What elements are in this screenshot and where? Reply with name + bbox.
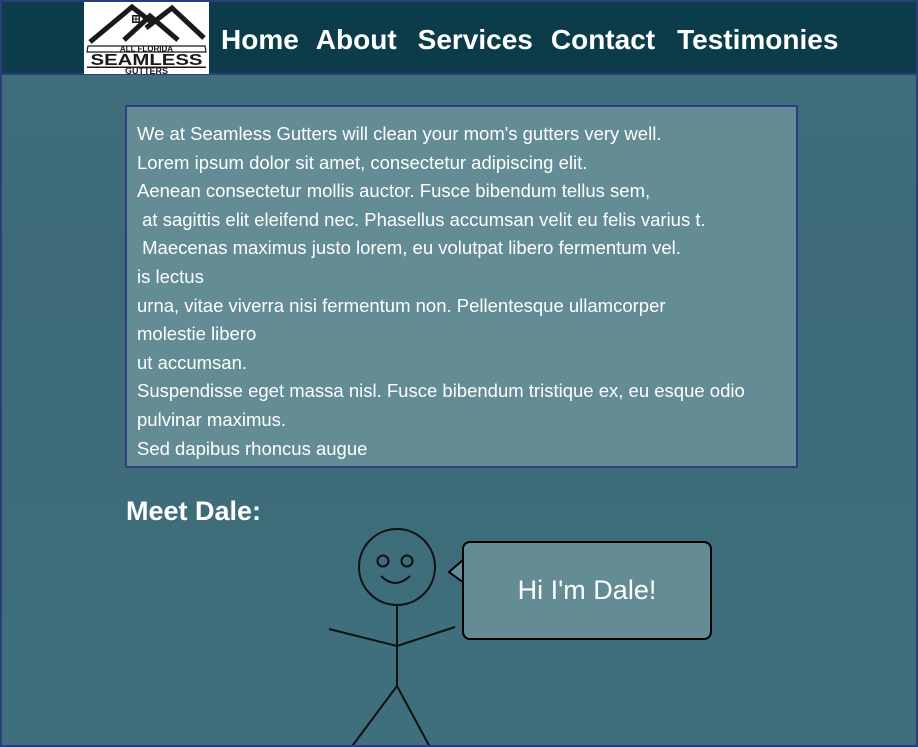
intro-line: Maecenas maximus justo lorem, eu volutpa… — [137, 237, 681, 259]
nav-link-services[interactable]: Services — [418, 23, 533, 59]
intro-line: Aenean consectetur mollis auctor. Fusce … — [137, 180, 651, 202]
navbar: ALL FLORIDA SEAMLESS GUTTERS Home About … — [2, 2, 916, 75]
nav-link-contact[interactable]: Contact — [551, 23, 655, 59]
intro-paragraph: We at Seamless Gutters will clean your m… — [137, 120, 797, 463]
logo-line-3: GUTTERS — [125, 66, 168, 74]
intro-line: is lectus — [137, 265, 204, 287]
intro-line: urna, vitae viverra nisi fermentum non. … — [137, 294, 666, 316]
speech-bubble-text: Hi I'm Dale! — [517, 575, 657, 605]
intro-line: pulvinar maximus. — [137, 408, 287, 430]
page: ALL FLORIDA SEAMLESS GUTTERS Home About … — [0, 0, 918, 747]
nav-link-testimonies[interactable]: Testimonies — [677, 23, 838, 59]
stick-figure-dale — [328, 528, 456, 745]
company-logo[interactable]: ALL FLORIDA SEAMLESS GUTTERS — [84, 2, 209, 74]
nav-link-home[interactable]: Home — [221, 23, 299, 59]
intro-line: at sagittis elit eleifend nec. Phasellus… — [137, 208, 706, 230]
intro-line: ut accumsan. — [137, 351, 248, 373]
intro-text-box: We at Seamless Gutters will clean your m… — [125, 105, 798, 468]
main-nav: Home About Services Contact Testimonies — [221, 23, 838, 59]
nav-link-about[interactable]: About — [316, 23, 397, 59]
meet-dale-heading: Meet Dale: — [126, 496, 262, 526]
intro-line: Suspendisse eget massa nisl. Fusce biben… — [137, 380, 745, 402]
intro-line: We at Seamless Gutters will clean your m… — [137, 123, 662, 144]
intro-line: Sed dapibus rhoncus augue — [137, 437, 368, 459]
intro-line: Lorem ipsum dolor sit amet, consectetur … — [137, 151, 588, 173]
intro-line: molestie libero — [137, 323, 257, 345]
speech-bubble: Hi I'm Dale! — [462, 541, 712, 640]
